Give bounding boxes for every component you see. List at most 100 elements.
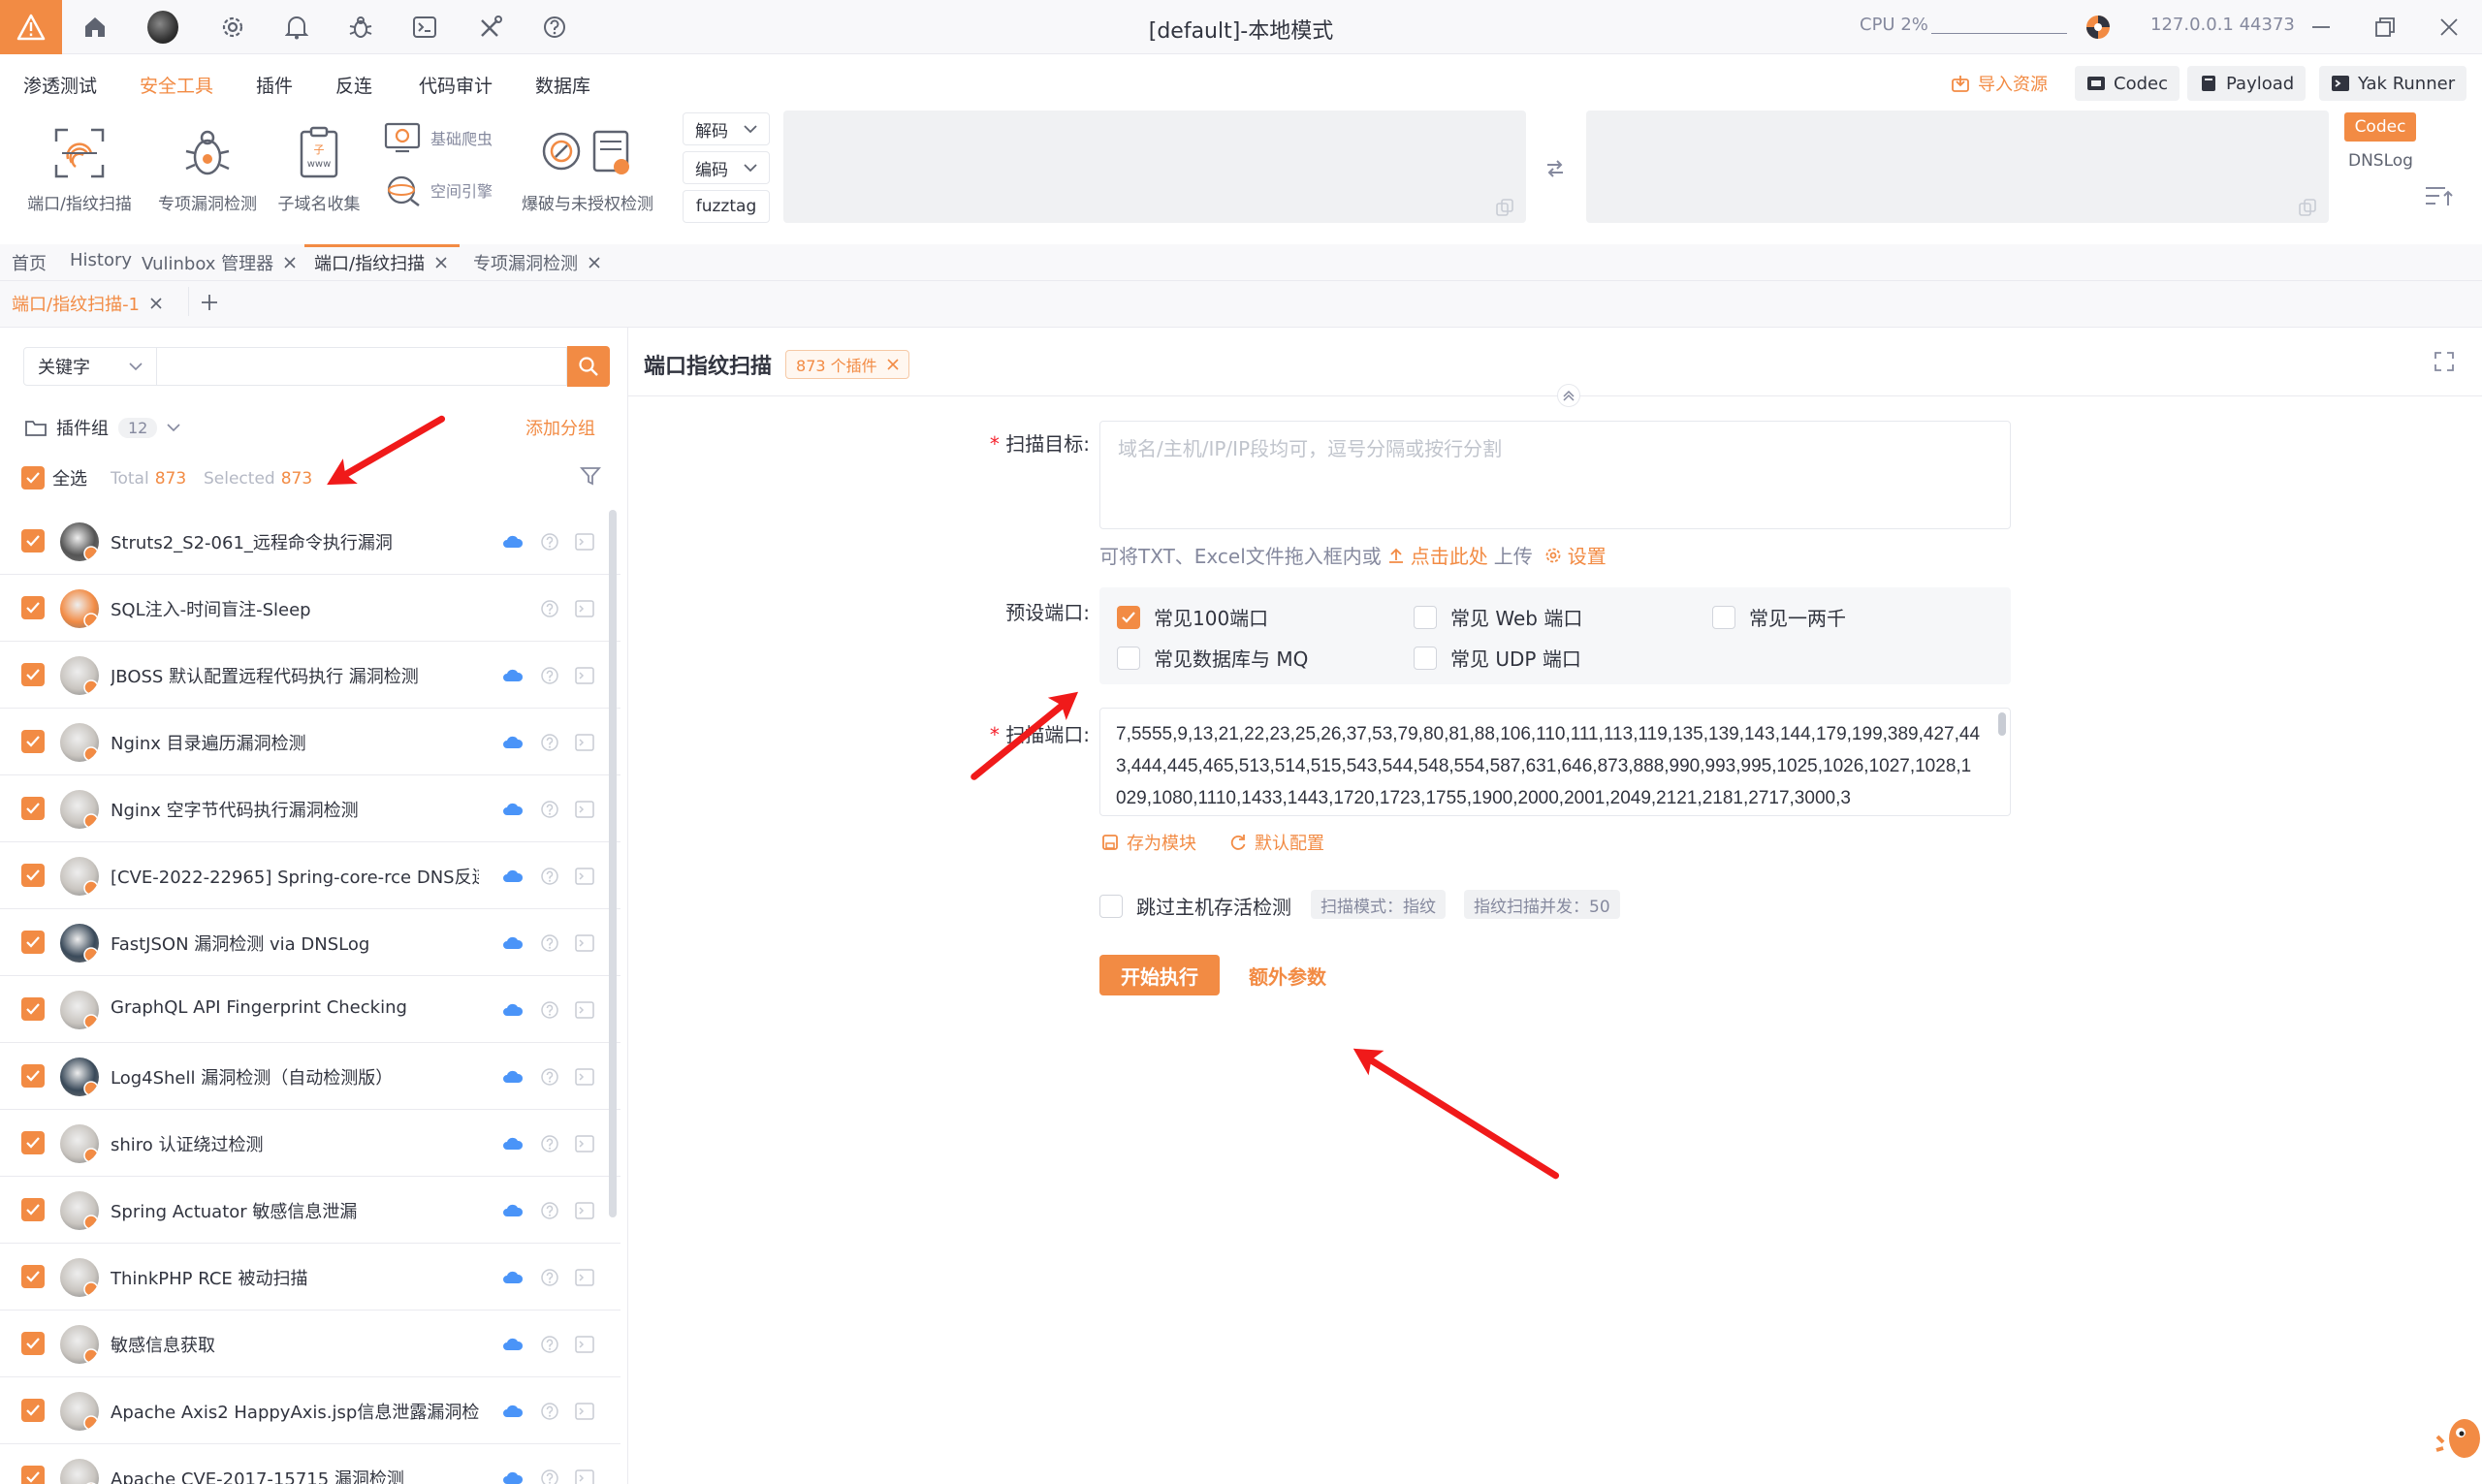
tool-port-scan[interactable]: 端口/指纹扫描 <box>25 122 134 214</box>
tool-space-engine[interactable]: 空间引擎 <box>384 173 493 207</box>
checkbox-checked-icon[interactable] <box>21 1265 45 1288</box>
plugin-row[interactable]: Nginx 空字节代码执行漏洞检测 <box>0 775 620 842</box>
settings-link[interactable]: 设置 <box>1568 541 1607 569</box>
checkbox-checked-icon[interactable] <box>21 1466 45 1484</box>
terminal-icon[interactable] <box>574 999 595 1021</box>
ports-scrollbar[interactable] <box>1998 712 2006 736</box>
close-tab-icon[interactable] <box>283 256 297 269</box>
bug-icon[interactable] <box>345 12 376 43</box>
terminal-icon[interactable] <box>574 1401 595 1422</box>
terminal-icon[interactable] <box>574 531 595 553</box>
checkbox-checked-icon[interactable] <box>21 596 45 619</box>
sort-icon[interactable] <box>2424 184 2453 214</box>
plugin-row[interactable]: [CVE-2022-22965] Spring-core-rce DNS反连..… <box>0 842 620 909</box>
checkbox-checked-icon[interactable] <box>21 864 45 887</box>
tab-vuln-detect[interactable]: 专项漏洞检测 <box>473 250 601 275</box>
user-avatar[interactable] <box>147 11 178 44</box>
terminal-icon[interactable] <box>409 12 440 43</box>
tools-icon[interactable] <box>475 12 506 43</box>
checkbox-checked-icon[interactable] <box>21 730 45 753</box>
codec-output-box[interactable] <box>1586 111 2329 223</box>
copy-icon[interactable] <box>2298 198 2317 217</box>
sub-tab-port-scan-1[interactable]: 端口/指纹扫描-1 <box>12 291 163 316</box>
terminal-icon[interactable] <box>574 866 595 887</box>
terminal-icon[interactable] <box>574 732 595 753</box>
cloud-icon[interactable] <box>502 1267 524 1288</box>
swap-icon[interactable] <box>1543 157 1567 185</box>
codec-button[interactable]: Codec <box>2075 66 2180 101</box>
yak-runner-button[interactable]: Yak Runner <box>2319 66 2467 101</box>
copy-icon[interactable] <box>1495 198 1514 217</box>
mascot-icon[interactable] <box>2435 1404 2482 1467</box>
bell-icon[interactable] <box>281 12 312 43</box>
terminal-icon[interactable] <box>574 598 595 619</box>
help-icon[interactable] <box>539 1066 560 1088</box>
ports-textarea[interactable]: 7,5555,9,13,21,22,23,25,26,37,53,79,80,8… <box>1099 708 2011 816</box>
checkbox-checked-icon[interactable] <box>21 1131 45 1154</box>
cloud-icon[interactable] <box>502 1401 524 1422</box>
preset-1000[interactable]: 常见一两千 <box>1712 603 1846 631</box>
cloud-icon[interactable] <box>502 1468 524 1484</box>
plugin-search-input[interactable] <box>156 347 567 386</box>
tab-history[interactable]: History <box>70 250 132 270</box>
skip-alive-checkbox[interactable]: 跳过主机存活检测 <box>1099 892 1291 920</box>
fullscreen-icon[interactable] <box>2434 351 2455 377</box>
terminal-icon[interactable] <box>574 1066 595 1088</box>
checkbox-checked-icon[interactable] <box>21 529 45 553</box>
plugin-row[interactable]: 敏感信息获取 <box>0 1310 620 1377</box>
help-icon[interactable] <box>539 932 560 954</box>
plugin-row[interactable]: Nginx 目录遍历漏洞检测 <box>0 709 620 775</box>
terminal-icon[interactable] <box>574 1200 595 1221</box>
menu-database[interactable]: 数据库 <box>535 72 590 98</box>
plugin-row[interactable]: JBOSS 默认配置远程代码执行 漏洞检测 <box>0 642 620 709</box>
checkbox-checked-icon[interactable] <box>21 997 45 1021</box>
tab-port-scan[interactable]: 端口/指纹扫描 <box>314 250 448 275</box>
checkbox-checked-icon[interactable] <box>21 1332 45 1355</box>
search-button[interactable] <box>567 346 610 387</box>
upload-link[interactable]: 点击此处 <box>1411 541 1488 569</box>
tool-vuln-detect[interactable]: 专项漏洞检测 <box>153 122 262 214</box>
plugin-row[interactable]: Spring Actuator 敏感信息泄漏 <box>0 1177 620 1244</box>
warning-logo-icon[interactable] <box>0 0 62 54</box>
close-tab-icon[interactable] <box>149 297 163 310</box>
menu-code-audit[interactable]: 代码审计 <box>419 72 493 98</box>
help-icon[interactable] <box>539 1267 560 1288</box>
plugin-row[interactable]: Log4Shell 漏洞检测（自动检测版） <box>0 1043 620 1110</box>
minimize-icon[interactable] <box>2306 12 2337 43</box>
checkbox-checked-icon[interactable] <box>21 663 45 686</box>
menu-reverse[interactable]: 反连 <box>335 72 372 98</box>
help-icon[interactable] <box>539 732 560 753</box>
tool-crawler[interactable]: 基础爬虫 <box>384 120 493 155</box>
extra-params-link[interactable]: 额外参数 <box>1249 962 1326 990</box>
cloud-icon[interactable] <box>502 799 524 820</box>
plugin-row[interactable]: SQL注入-时间盲注-Sleep <box>0 575 620 642</box>
cloud-icon[interactable] <box>502 531 524 553</box>
plugin-row[interactable]: GraphQL API Fingerprint Checking <box>0 976 620 1043</box>
tab-home[interactable]: 首页 <box>12 250 47 275</box>
collapse-up-icon[interactable] <box>1557 384 1580 407</box>
plugin-row[interactable]: shiro 认证绕过检测 <box>0 1110 620 1177</box>
tool-subdomain[interactable]: 子 www 子域名收集 <box>273 122 365 214</box>
cloud-icon[interactable] <box>502 999 524 1021</box>
target-textarea[interactable]: 域名/主机/IP/IP段均可，逗号分隔或按行分割 <box>1099 421 2011 529</box>
cloud-icon[interactable] <box>502 1200 524 1221</box>
codec-input-box[interactable] <box>783 111 1526 223</box>
default-config-button[interactable]: 默认配置 <box>1229 830 1324 855</box>
terminal-icon[interactable] <box>574 1468 595 1484</box>
help-icon[interactable] <box>539 799 560 820</box>
plugin-row[interactable]: FastJSON 漏洞检测 via DNSLog <box>0 909 620 976</box>
terminal-icon[interactable] <box>574 932 595 954</box>
terminal-icon[interactable] <box>574 1267 595 1288</box>
plugin-list-scrollbar[interactable] <box>609 510 617 1217</box>
menu-security-tools[interactable]: 安全工具 <box>140 72 213 98</box>
plugin-group-toggle[interactable]: 插件组 12 <box>25 415 180 440</box>
preset-web[interactable]: 常见 Web 端口 <box>1414 603 1582 631</box>
cloud-icon[interactable] <box>502 665 524 686</box>
cloud-icon[interactable] <box>502 1334 524 1355</box>
plugin-row[interactable]: ThinkPHP RCE 被动扫描 <box>0 1244 620 1310</box>
cloud-icon[interactable] <box>502 932 524 954</box>
checkbox-checked-icon[interactable] <box>21 797 45 820</box>
preset-db-mq[interactable]: 常见数据库与 MQ <box>1117 644 1308 672</box>
checkbox-checked-icon[interactable] <box>21 1064 45 1088</box>
checkbox-checked-icon[interactable] <box>21 931 45 954</box>
